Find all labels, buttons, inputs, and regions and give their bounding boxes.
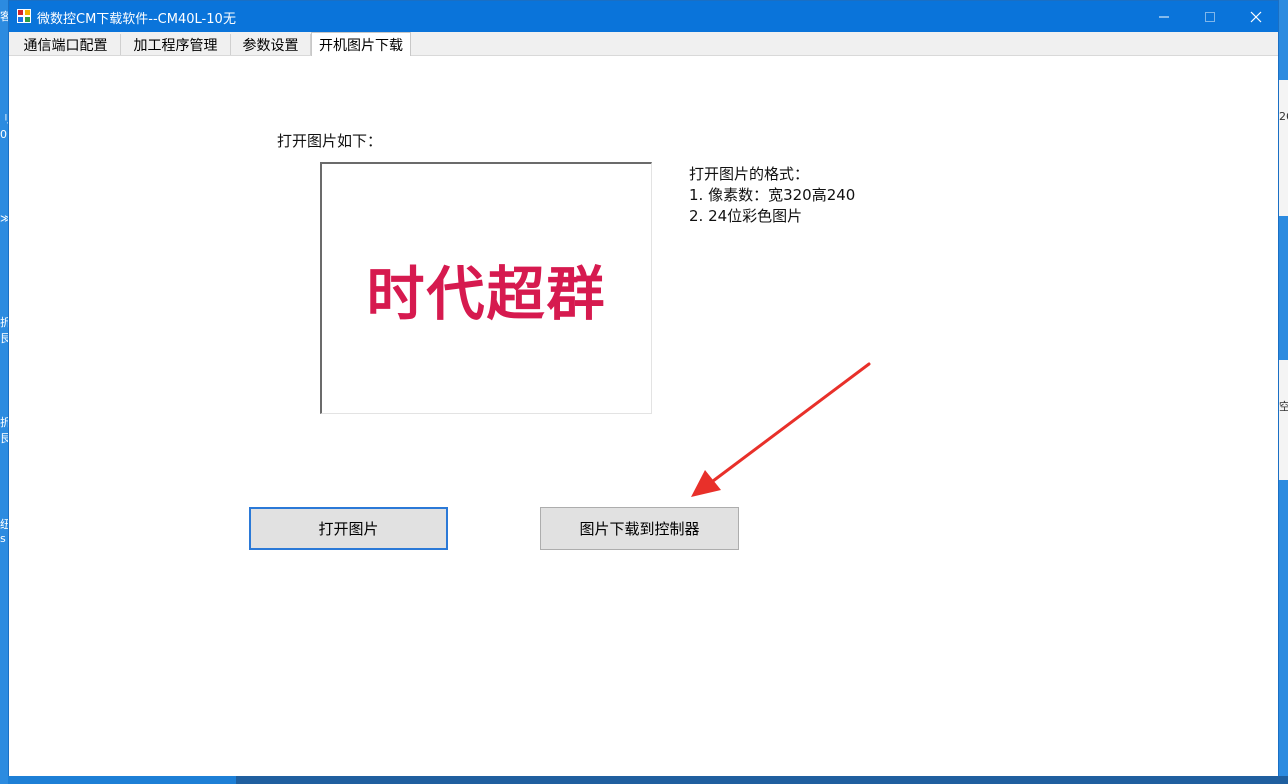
- title-bar[interactable]: 微数控CM下载软件--CM40L-10 无: [9, 1, 1278, 32]
- preview-image-text: 时代超群: [366, 259, 607, 328]
- minimize-icon: [1159, 16, 1169, 17]
- format-info: 打开图片的格式： 1. 像素数：宽320高240 2. 24位彩色图片: [689, 164, 855, 227]
- desktop-fragment: 0: [0, 128, 7, 141]
- tab-content: 打开图片如下： 时代超群 打开图片的格式： 1. 像素数：宽320高240 2.…: [9, 56, 1278, 776]
- desktop-bottom-strip: [236, 776, 1288, 784]
- close-icon: [1250, 11, 1262, 22]
- app-window: 微数控CM下载软件--CM40L-10 无 通信端口配置 加工程序管理 参数设置…: [8, 0, 1279, 776]
- format-line-1: 1. 像素数：宽320高240: [689, 186, 856, 204]
- format-title: 打开图片的格式：: [689, 165, 810, 183]
- open-image-button[interactable]: 打开图片: [249, 507, 448, 550]
- window-status: 无: [223, 12, 237, 27]
- close-button[interactable]: [1233, 1, 1279, 32]
- app-icon: [17, 9, 31, 23]
- minimize-button[interactable]: [1141, 1, 1187, 32]
- desktop-fragment: 26: [1279, 110, 1288, 123]
- desktop-fragment: s: [0, 532, 6, 545]
- tab-program-manage[interactable]: 加工程序管理: [121, 34, 231, 55]
- open-image-label: 打开图片如下：: [277, 132, 383, 150]
- maximize-icon: [1205, 11, 1215, 22]
- tab-comm-port[interactable]: 通信端口配置: [11, 34, 121, 55]
- desktop-fragment: 空: [1279, 400, 1288, 413]
- desktop-right-panel: 26: [1279, 80, 1288, 216]
- download-to-controller-button[interactable]: 图片下载到控制器: [540, 507, 739, 550]
- tab-bar: 通信端口配置 加工程序管理 参数设置 开机图片下载: [9, 32, 1278, 56]
- window-title: 微数控CM下载软件--CM40L-10: [37, 12, 223, 27]
- tab-boot-image[interactable]: 开机图片下载: [311, 32, 411, 56]
- desktop-right-panel: 空: [1279, 360, 1288, 480]
- tab-parameters[interactable]: 参数设置: [231, 34, 311, 55]
- maximize-button[interactable]: [1187, 1, 1233, 32]
- image-preview: 时代超群: [320, 162, 652, 414]
- format-line-2: 2. 24位彩色图片: [689, 207, 803, 225]
